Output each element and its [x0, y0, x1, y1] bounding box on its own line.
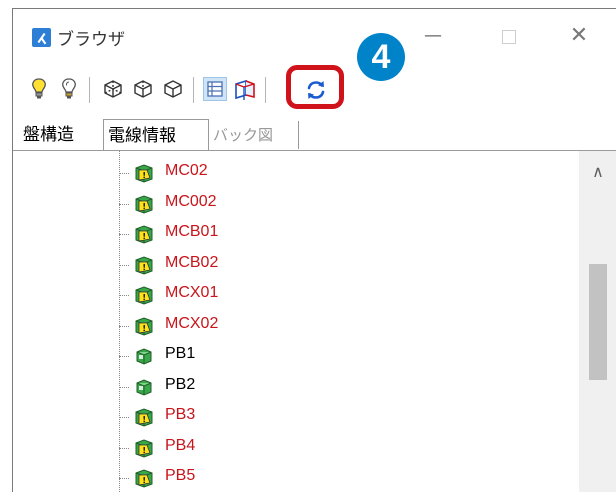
browser-window: ブラウザ — ✕ 4 盤構造 電線情報 バック図 ! MC02 ! MC002 …	[12, 8, 616, 492]
app-icon	[32, 28, 51, 47]
tab-back-view[interactable]: バック図	[209, 121, 299, 149]
svg-text:!: !	[142, 476, 146, 485]
refresh-icon[interactable]	[303, 77, 329, 103]
tab-bar: 盤構造 電線情報 バック図	[13, 119, 616, 151]
tree-branch-line	[119, 264, 129, 266]
title-bar[interactable]: ブラウザ — ✕	[13, 9, 616, 61]
tree-branch-line	[119, 447, 129, 449]
tab-wire-info[interactable]: 電線情報	[103, 119, 209, 151]
tree-item[interactable]: ! PB4	[119, 434, 419, 464]
tree-branch-line	[119, 478, 129, 479]
scroll-up-arrow-icon[interactable]: ∧	[579, 157, 616, 187]
part-warning-icon: !	[133, 406, 155, 428]
tree-item[interactable]: ! MCX01	[119, 281, 419, 311]
part-warning-icon: !	[133, 315, 155, 337]
tree-branch-line	[119, 295, 129, 296]
svg-text:!: !	[142, 202, 146, 211]
list-view-icon[interactable]	[203, 77, 227, 101]
minimize-button[interactable]: —	[413, 19, 453, 53]
window-title: ブラウザ	[57, 30, 125, 50]
tree-item[interactable]: PB2	[119, 373, 419, 403]
cube-solid-icon[interactable]	[131, 77, 155, 101]
bulb-on-icon[interactable]	[27, 77, 51, 101]
tree-item-label: MCX01	[165, 284, 219, 301]
tree-item[interactable]: ! MCX02	[119, 312, 419, 342]
part-warning-icon: !	[133, 437, 155, 459]
bulb-off-icon[interactable]	[57, 77, 81, 101]
toolbar-separator	[193, 77, 194, 103]
tree-item-label: MC002	[165, 192, 217, 210]
part-warning-icon: !	[133, 223, 155, 245]
tree-branch-line	[119, 173, 129, 174]
part-icon	[133, 345, 155, 367]
cube-outline-icon[interactable]	[161, 77, 185, 101]
box-view-icon[interactable]	[233, 77, 257, 101]
tree-item-label: PB2	[165, 375, 196, 393]
close-button[interactable]: ✕	[559, 19, 599, 53]
part-warning-icon: !	[133, 467, 155, 489]
svg-text:!: !	[142, 171, 146, 180]
toolbar-separator	[89, 77, 90, 103]
svg-text:!: !	[142, 324, 146, 333]
tab-panel-structure[interactable]: 盤構造	[19, 121, 101, 149]
tree-view: ! MC02! MC002! MCB01! MCB02! MCX01! MCX02 PB1 PB…	[13, 150, 616, 492]
tree-item[interactable]: ! PB5	[119, 464, 419, 492]
scrollbar-thumb[interactable]	[589, 264, 607, 380]
svg-text:!: !	[142, 232, 146, 241]
svg-text:!: !	[142, 415, 146, 424]
toolbar-separator	[265, 77, 266, 103]
tree-item-label: MCB01	[165, 223, 219, 240]
tree-item[interactable]: ! MCB02	[119, 251, 419, 281]
tree-item-label: MCX02	[165, 314, 219, 332]
tree-item-label: MC02	[165, 162, 208, 179]
part-warning-icon: !	[133, 254, 155, 276]
tree-branch-line	[119, 325, 129, 327]
maximize-button[interactable]	[489, 19, 529, 53]
tree-branch-line	[119, 417, 129, 418]
svg-text:!: !	[142, 446, 146, 455]
toolbar	[13, 65, 616, 115]
step-callout-badge: 4	[357, 33, 405, 81]
part-warning-icon: !	[133, 162, 155, 184]
tree-item[interactable]: ! MC02	[119, 159, 419, 189]
cube-wireframe-icon[interactable]	[101, 77, 125, 101]
maximize-icon	[502, 29, 516, 44]
tree-branch-line	[119, 386, 129, 388]
svg-text:!: !	[142, 263, 146, 272]
tree-item[interactable]: ! MC002	[119, 190, 419, 220]
vertical-scrollbar[interactable]: ∧	[579, 151, 616, 492]
part-icon	[133, 376, 155, 398]
tree-item-label: PB4	[165, 436, 196, 454]
part-warning-icon: !	[133, 193, 155, 215]
tree-item[interactable]: PB1	[119, 342, 419, 372]
tree-item[interactable]: ! MCB01	[119, 220, 419, 250]
tree-item[interactable]: ! PB3	[119, 403, 419, 433]
tree-item-label: PB1	[165, 345, 196, 362]
tree-item-label: PB5	[165, 467, 196, 484]
tree-branch-line	[119, 203, 129, 205]
tree-item-label: PB3	[165, 406, 196, 423]
tree-branch-line	[119, 234, 129, 235]
svg-text:!: !	[142, 293, 146, 302]
tree-item-label: MCB02	[165, 253, 219, 271]
part-warning-icon: !	[133, 284, 155, 306]
tree-branch-line	[119, 356, 129, 357]
